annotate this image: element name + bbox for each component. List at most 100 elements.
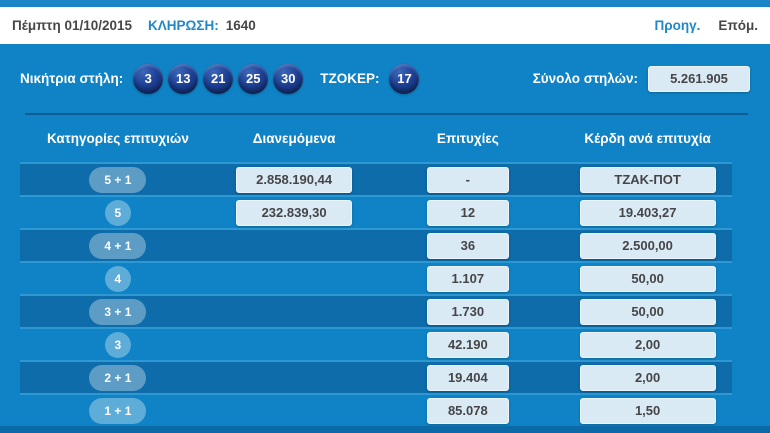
distributed-box: 2.858.190,44 [236, 166, 353, 193]
wins-cell: 42.190 [372, 329, 563, 360]
prize-cell: 2,00 [563, 329, 732, 360]
distributed-cell: 2.858.190,44 [216, 164, 373, 195]
wins-box: 36 [426, 232, 509, 259]
category-badge: 2 + 1 [89, 364, 147, 391]
draw-nav: Προηγ. Επόμ. [655, 18, 758, 33]
wins-box: 12 [426, 199, 509, 226]
prize-box: 1,50 [579, 397, 716, 424]
category-cell: 3 + 1 [20, 296, 216, 327]
distributed-cell [216, 263, 373, 294]
ball-number: 21 [210, 71, 226, 86]
table-row: 4 1.107 50,00 [20, 261, 732, 294]
prize-box: 19.403,27 [579, 199, 716, 226]
wins-box: 19.404 [426, 364, 509, 391]
winning-ball: 3 [133, 63, 164, 94]
wins-cell: 19.404 [372, 362, 563, 393]
draw-info-left: Πέμπτη 01/10/2015 ΚΛΗΡΩΣΗ: 1640 [12, 18, 256, 33]
category-cell: 5 + 1 [20, 164, 216, 195]
total-columns-group: Σύνολο στηλών: 5.261.905 [532, 65, 750, 92]
wins-box: - [426, 166, 509, 193]
category-cell: 3 [20, 329, 216, 360]
prize-box: ΤΖΑΚ-ΠΟΤ [579, 166, 716, 193]
wins-cell: - [372, 164, 563, 195]
winning-column-label: Νικήτρια στήλη: [20, 71, 124, 86]
table-row: 3 + 1 1.730 50,00 [20, 294, 732, 327]
table-row: 5 + 1 2.858.190,44 - ΤΖΑΚ-ΠΟΤ [20, 162, 732, 195]
joker-label: ΤΖΟΚΕΡ: [320, 71, 380, 86]
category-cell: 4 + 1 [20, 230, 216, 261]
wins-box: 1.107 [426, 265, 509, 292]
draw-info-header: Πέμπτη 01/10/2015 ΚΛΗΡΩΣΗ: 1640 Προηγ. Ε… [0, 7, 770, 44]
distributed-cell [216, 329, 373, 360]
draw-number: 1640 [225, 18, 256, 33]
column-header-distributed: Διανεμόμενα [252, 131, 336, 146]
distributed-cell [216, 296, 373, 327]
prize-box: 2,00 [579, 331, 716, 358]
wins-box: 1.730 [426, 298, 509, 325]
column-header-prize: Κέρδη ανά επιτυχία [584, 131, 711, 146]
prize-cell: 2.500,00 [563, 230, 732, 261]
distributed-cell [216, 362, 373, 393]
column-header-wins: Επιτυχίες [436, 131, 499, 146]
table-body: 5 + 1 2.858.190,44 - ΤΖΑΚ-ΠΟΤ 5 232.839,… [20, 162, 732, 426]
winning-balls: 3 13 21 25 30 [133, 63, 304, 94]
winning-ball: 13 [168, 63, 199, 94]
wins-cell: 36 [372, 230, 563, 261]
ball-number: 25 [245, 71, 261, 86]
draw-label: ΚΛΗΡΩΣΗ: [148, 18, 219, 33]
prize-cell: 50,00 [563, 296, 732, 327]
distributed-cell: 232.839,30 [216, 197, 373, 228]
panel-bottom-edge [0, 426, 770, 433]
prize-cell: 50,00 [563, 263, 732, 294]
wins-cell: 1.107 [372, 263, 563, 294]
table-row: 3 42.190 2,00 [20, 327, 732, 360]
category-badge: 5 + 1 [89, 166, 147, 193]
category-cell: 4 [20, 263, 216, 294]
winning-numbers-band: Νικήτρια στήλη: 3 13 21 25 30 ΤΖΟΚΕΡ: 17… [0, 44, 770, 113]
wins-cell: 12 [372, 197, 563, 228]
table-row: 2 + 1 19.404 2,00 [20, 360, 732, 393]
category-badge: 4 [104, 265, 131, 292]
winning-ball: 25 [238, 63, 269, 94]
joker-ball: 17 [389, 63, 420, 94]
prize-cell: 1,50 [563, 395, 732, 426]
winning-ball: 30 [273, 63, 304, 94]
prize-cell: ΤΖΑΚ-ΠΟΤ [563, 164, 732, 195]
distributed-cell [216, 395, 373, 426]
ball-number: 13 [175, 71, 191, 86]
next-draw-link[interactable]: Επόμ. [718, 18, 758, 33]
category-badge: 3 [104, 331, 131, 358]
wins-cell: 85.078 [372, 395, 563, 426]
prize-cell: 2,00 [563, 362, 732, 393]
previous-draw-link[interactable]: Προηγ. [655, 18, 701, 33]
category-cell: 2 + 1 [20, 362, 216, 393]
wins-box: 42.190 [426, 331, 509, 358]
prize-box: 2,00 [579, 364, 716, 391]
category-badge: 3 + 1 [89, 298, 147, 325]
column-header-categories: Κατηγορίες επιτυχιών [46, 131, 189, 146]
table-row: 4 + 1 36 2.500,00 [20, 228, 732, 261]
ball-number: 3 [144, 71, 152, 86]
top-accent-bar [0, 0, 770, 7]
prize-cell: 19.403,27 [563, 197, 732, 228]
prize-box: 50,00 [579, 265, 716, 292]
wins-cell: 1.730 [372, 296, 563, 327]
table-row: 1 + 1 85.078 1,50 [20, 393, 732, 426]
results-panel: Νικήτρια στήλη: 3 13 21 25 30 ΤΖΟΚΕΡ: 17… [0, 44, 770, 433]
wins-box: 85.078 [426, 397, 509, 424]
results-table-header: Κατηγορίες επιτυχιών Διανεμόμενα Επιτυχί… [20, 115, 732, 162]
draw-date: Πέμπτη 01/10/2015 [12, 18, 133, 33]
category-cell: 5 [20, 197, 216, 228]
winning-ball: 21 [203, 63, 234, 94]
distributed-cell [216, 230, 373, 261]
prize-box: 50,00 [579, 298, 716, 325]
total-columns-label: Σύνολο στηλών: [532, 71, 638, 86]
ball-number: 30 [280, 71, 296, 86]
distributed-box: 232.839,30 [236, 199, 353, 226]
prize-box: 2.500,00 [579, 232, 716, 259]
category-badge: 4 + 1 [89, 232, 147, 259]
table-row: 5 232.839,30 12 19.403,27 [20, 195, 732, 228]
category-badge: 5 [104, 199, 131, 226]
category-badge: 1 + 1 [89, 397, 147, 424]
category-cell: 1 + 1 [20, 395, 216, 426]
